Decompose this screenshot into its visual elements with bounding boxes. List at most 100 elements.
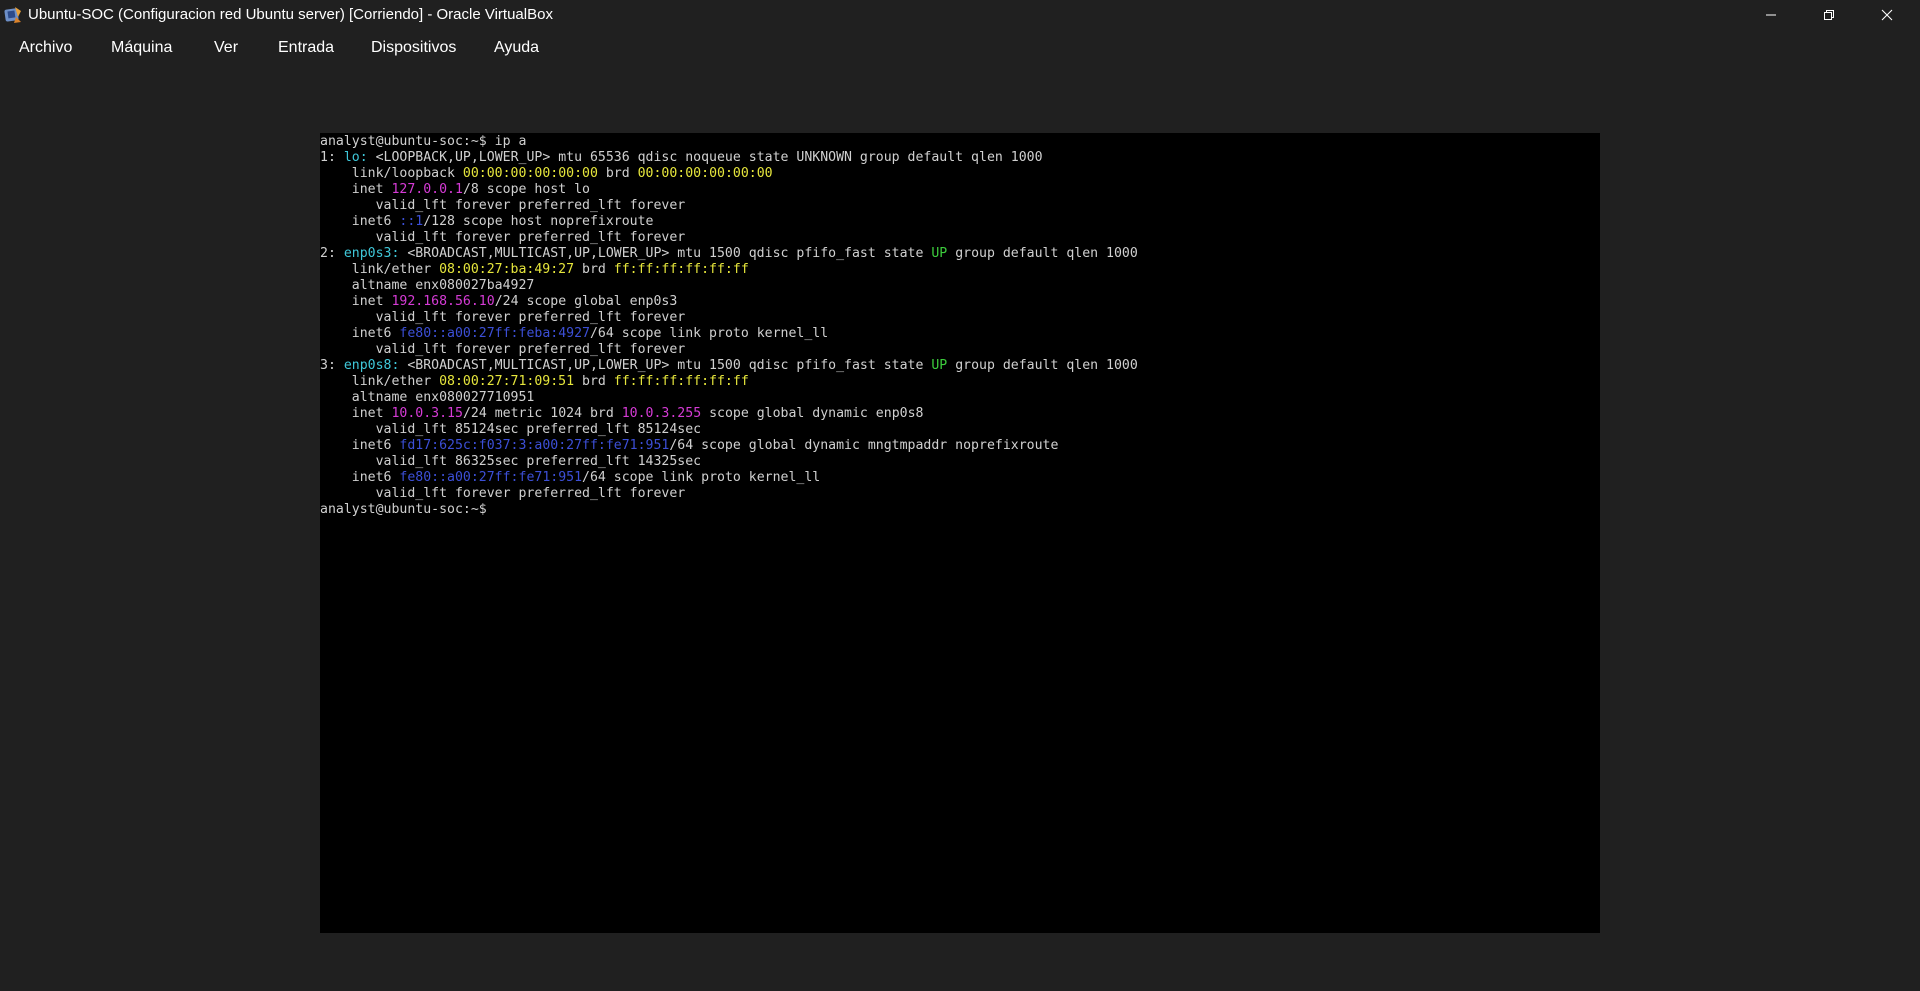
- terminal-text: altname enx080027710951: [320, 390, 535, 405]
- terminal-text: valid_lft forever preferred_lft forever: [320, 230, 686, 245]
- terminal-text: 3:: [320, 358, 344, 373]
- terminal-line: inet6 fe80::a00:27ff:feba:4927/64 scope …: [320, 326, 1600, 342]
- terminal-text: UP: [931, 358, 948, 373]
- terminal-text: /8 scope host lo: [462, 182, 590, 197]
- terminal-line: valid_lft forever preferred_lft forever: [320, 486, 1600, 502]
- terminal-text: enp0s8:: [343, 358, 400, 373]
- terminal-text: brd: [574, 374, 614, 389]
- terminal-text: 00:00:00:00:00:00: [637, 166, 773, 181]
- terminal-text: 08:00:27:71:09:51: [439, 374, 575, 389]
- terminal-text: /64 scope link proto kernel_ll: [589, 326, 829, 341]
- menu-entrada[interactable]: Entrada: [278, 39, 334, 57]
- terminal-line: valid_lft forever preferred_lft forever: [320, 198, 1600, 214]
- terminal-text: ff:ff:ff:ff:ff:ff: [613, 374, 749, 389]
- terminal-text: link/ether: [320, 374, 440, 389]
- terminal-text: /24 metric 1024 brd: [462, 406, 622, 421]
- terminal-line: 3: enp0s8: <BROADCAST,MULTICAST,UP,LOWER…: [320, 358, 1600, 374]
- terminal-line: inet 10.0.3.15/24 metric 1024 brd 10.0.3…: [320, 406, 1600, 422]
- terminal-text: brd: [597, 166, 638, 181]
- terminal-text: /64 scope global dynamic mngtmpaddr nopr…: [669, 438, 1059, 453]
- menu-archivo[interactable]: Archivo: [19, 39, 72, 57]
- minimize-button[interactable]: [1742, 0, 1800, 30]
- close-icon: [1881, 9, 1893, 21]
- menu-ver[interactable]: Ver: [214, 39, 238, 57]
- terminal-line: link/ether 08:00:27:71:09:51 brd ff:ff:f…: [320, 374, 1600, 390]
- restore-icon: [1824, 10, 1834, 20]
- terminal-text: 10.0.3.255: [621, 406, 702, 421]
- terminal-text: valid_lft forever preferred_lft forever: [320, 310, 686, 325]
- terminal-line: link/loopback 00:00:00:00:00:00 brd 00:0…: [320, 166, 1600, 182]
- terminal-text: 08:00:27:ba:49:27: [439, 262, 575, 277]
- terminal-text: brd: [574, 262, 614, 277]
- terminal-line: 2: enp0s3: <BROADCAST,MULTICAST,UP,LOWER…: [320, 246, 1600, 262]
- terminal-text: /128 scope host noprefixroute: [423, 214, 654, 229]
- minimize-icon: [1766, 14, 1776, 16]
- terminal-line: inet 192.168.56.10/24 scope global enp0s…: [320, 294, 1600, 310]
- terminal-line: 1: lo: <LOOPBACK,UP,LOWER_UP> mtu 65536 …: [320, 150, 1600, 166]
- terminal-line: inet 127.0.0.1/8 scope host lo: [320, 182, 1600, 198]
- terminal-text: lo:: [343, 150, 368, 165]
- terminal-text: 2:: [320, 246, 344, 261]
- terminal-text: ff:ff:ff:ff:ff:ff: [613, 262, 749, 277]
- terminal-text: valid_lft forever preferred_lft forever: [320, 486, 686, 501]
- terminal-text: ::1: [399, 214, 424, 229]
- terminal-line: altname enx080027ba4927: [320, 278, 1600, 294]
- terminal-text: valid_lft 85124sec preferred_lft 85124se…: [320, 422, 702, 437]
- terminal-line: analyst@ubuntu-soc:~$: [320, 502, 1600, 518]
- terminal-line: analyst@ubuntu-soc:~$ ip a: [320, 134, 1600, 150]
- terminal-text: 00:00:00:00:00:00: [462, 166, 598, 181]
- terminal-text: 10.0.3.15: [391, 406, 463, 421]
- terminal-line: inet6 ::1/128 scope host noprefixroute: [320, 214, 1600, 230]
- terminal-text: inet: [320, 294, 392, 309]
- menu-ayuda[interactable]: Ayuda: [494, 39, 539, 57]
- terminal-line: valid_lft forever preferred_lft forever: [320, 310, 1600, 326]
- terminal-text: inet6: [320, 214, 400, 229]
- terminal-text: inet6: [320, 470, 400, 485]
- terminal-text: 1:: [320, 150, 344, 165]
- terminal-text: altname enx080027ba4927: [320, 278, 535, 293]
- menu-dispositivos[interactable]: Dispositivos: [371, 39, 456, 57]
- close-button[interactable]: [1858, 0, 1916, 30]
- terminal-text: group default qlen 1000: [947, 246, 1138, 261]
- terminal-text: fe80::a00:27ff:fe71:951: [399, 470, 583, 485]
- terminal-text: inet6: [320, 326, 400, 341]
- terminal-text: valid_lft forever preferred_lft forever: [320, 342, 686, 357]
- terminal-text: valid_lft forever preferred_lft forever: [320, 198, 686, 213]
- terminal-text: fe80::a00:27ff:feba:4927: [399, 326, 590, 341]
- terminal-text: <LOOPBACK,UP,LOWER_UP> mtu 65536 qdisc n…: [367, 150, 1043, 165]
- menu-bar: Archivo Máquina Ver Entrada Dispositivos…: [0, 30, 1920, 66]
- terminal-line: inet6 fe80::a00:27ff:fe71:951/64 scope l…: [320, 470, 1600, 486]
- terminal-text: scope global dynamic enp0s8: [701, 406, 924, 421]
- vm-screen[interactable]: analyst@ubuntu-soc:~$ ip a 1: lo: <LOOPBA…: [320, 133, 1600, 933]
- terminal-line: valid_lft forever preferred_lft forever: [320, 230, 1600, 246]
- terminal-line: valid_lft 86325sec preferred_lft 14325se…: [320, 454, 1600, 470]
- terminal-text: enp0s3:: [343, 246, 400, 261]
- terminal-text: inet: [320, 406, 392, 421]
- terminal-text: UP: [931, 246, 948, 261]
- terminal-line: valid_lft 85124sec preferred_lft 85124se…: [320, 422, 1600, 438]
- terminal-line: link/ether 08:00:27:ba:49:27 brd ff:ff:f…: [320, 262, 1600, 278]
- terminal-line: altname enx080027710951: [320, 390, 1600, 406]
- virtualbox-icon: [4, 7, 21, 23]
- terminal-line: inet6 fd17:625c:f037:3:a00:27ff:fe71:951…: [320, 438, 1600, 454]
- terminal-text: valid_lft 86325sec preferred_lft 14325se…: [320, 454, 702, 469]
- terminal-text: fd17:625c:f037:3:a00:27ff:fe71:951: [399, 438, 670, 453]
- terminal-text: analyst@ubuntu-soc:~$ ip a: [320, 134, 527, 149]
- terminal-text: <BROADCAST,MULTICAST,UP,LOWER_UP> mtu 15…: [399, 246, 932, 261]
- terminal-text: group default qlen 1000: [947, 358, 1138, 373]
- terminal-text: inet: [320, 182, 392, 197]
- terminal-text: 127.0.0.1: [391, 182, 463, 197]
- terminal-text: 192.168.56.10: [391, 294, 495, 309]
- terminal-text: <BROADCAST,MULTICAST,UP,LOWER_UP> mtu 15…: [399, 358, 932, 373]
- menu-maquina[interactable]: Máquina: [111, 39, 172, 57]
- restore-button[interactable]: [1800, 0, 1858, 30]
- terminal-text: link/ether: [320, 262, 440, 277]
- terminal-text: /64 scope link proto kernel_ll: [582, 470, 821, 485]
- window-titlebar[interactable]: Ubuntu-SOC (Configuracion red Ubuntu ser…: [0, 0, 1920, 30]
- terminal-text: /24 scope global enp0s3: [494, 294, 678, 309]
- window-title: Ubuntu-SOC (Configuracion red Ubuntu ser…: [28, 6, 553, 23]
- terminal-text: inet6: [320, 438, 400, 453]
- terminal-text: link/loopback: [320, 166, 463, 181]
- terminal-line: valid_lft forever preferred_lft forever: [320, 342, 1600, 358]
- terminal-output: analyst@ubuntu-soc:~$ ip a 1: lo: <LOOPBA…: [320, 133, 1600, 933]
